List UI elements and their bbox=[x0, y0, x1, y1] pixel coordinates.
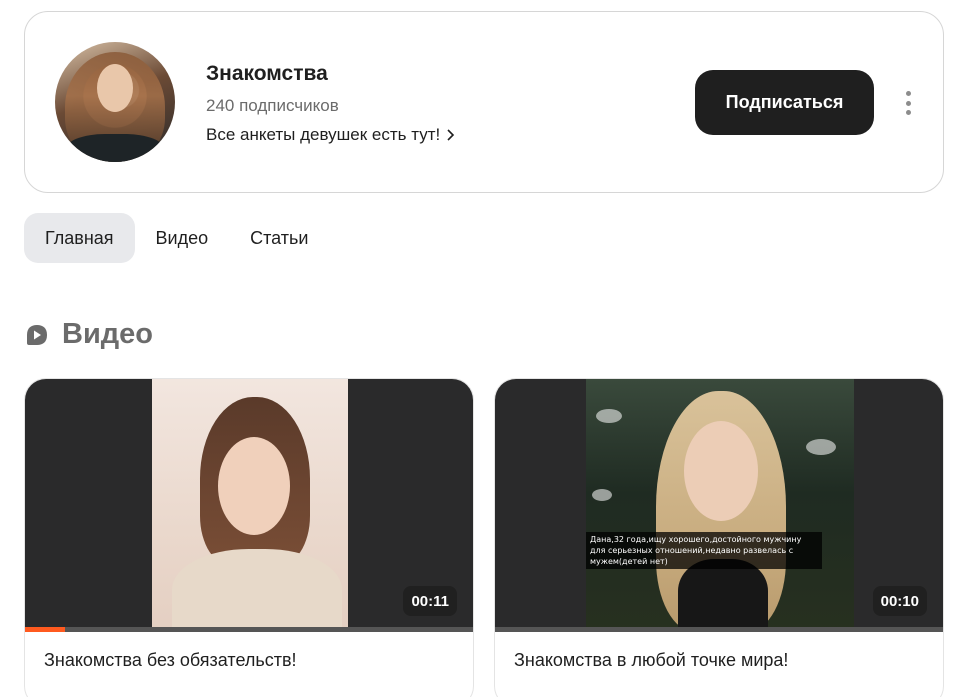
video-progress-bar bbox=[25, 627, 473, 632]
video-thumbnail[interactable]: 00:11 bbox=[25, 379, 473, 632]
video-duration: 00:11 bbox=[403, 586, 457, 616]
tab-articles[interactable]: Статьи bbox=[229, 213, 329, 263]
channel-title[interactable]: Знакомства bbox=[206, 62, 328, 86]
video-thumbnail[interactable]: Дана,32 года,ищу хорошего,достойного муж… bbox=[495, 379, 943, 632]
channel-description[interactable]: Все анкеты девушек есть тут! bbox=[206, 125, 458, 145]
video-section-header: Видео bbox=[24, 318, 153, 351]
subscribe-button[interactable]: Подписаться bbox=[695, 70, 874, 135]
tab-main[interactable]: Главная bbox=[24, 213, 135, 263]
video-frame bbox=[152, 379, 348, 632]
video-title[interactable]: Знакомства без обязательств! bbox=[44, 650, 297, 671]
more-options-icon[interactable] bbox=[898, 88, 918, 118]
avatar-shirt bbox=[65, 134, 165, 162]
video-frame: Дана,32 года,ищу хорошего,достойного муж… bbox=[586, 379, 854, 632]
subscriber-count: 240 подписчиков bbox=[206, 96, 339, 115]
tab-video[interactable]: Видео bbox=[135, 213, 230, 263]
video-progress-bar bbox=[495, 627, 943, 632]
channel-tabs: Главная Видео Статьи bbox=[24, 213, 329, 263]
play-icon bbox=[27, 324, 47, 345]
channel-description-text: Все анкеты девушек есть тут! bbox=[206, 125, 441, 144]
section-title: Видео bbox=[62, 318, 154, 350]
video-caption: Дана,32 года,ищу хорошего,достойного муж… bbox=[586, 532, 822, 569]
channel-avatar[interactable] bbox=[55, 42, 175, 162]
avatar-face bbox=[97, 64, 133, 112]
video-title[interactable]: Знакомства в любой точке мира! bbox=[514, 650, 788, 671]
video-progress-fill bbox=[25, 627, 66, 632]
video-card[interactable]: 00:11 Знакомства без обязательств! bbox=[24, 378, 474, 697]
chevron-right-icon bbox=[447, 129, 455, 141]
video-duration: 00:10 bbox=[872, 586, 927, 616]
video-card[interactable]: Дана,32 года,ищу хорошего,достойного муж… bbox=[494, 378, 944, 697]
channel-header: Знакомства 240 подписчиков Все анкеты де… bbox=[24, 11, 944, 193]
